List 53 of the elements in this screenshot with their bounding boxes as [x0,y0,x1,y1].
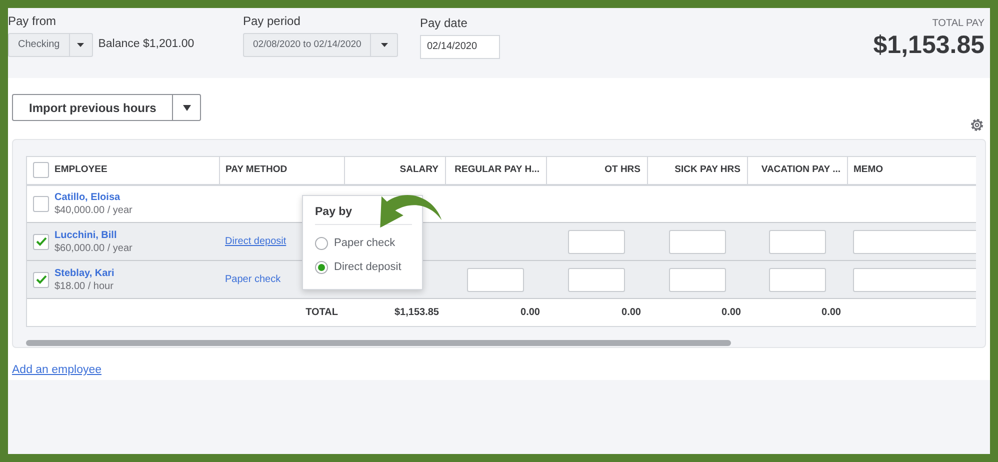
column-header: REGULAR PAY H... [454,164,540,176]
hours-field[interactable] [668,230,726,254]
total-value: $1,153.85 [394,307,439,318]
total-label: TOTAL [306,307,338,318]
caret-icon [380,42,388,47]
account-dropdown[interactable]: Checking [8,32,93,57]
column-header: EMPLOYEE [54,163,108,178]
caret-icon [182,104,191,110]
hours-field[interactable] [668,268,726,292]
hours-field[interactable] [768,230,826,254]
memo-field[interactable] [853,230,976,254]
total-pay-amount: $1,153.85 [873,32,984,59]
pay-date-field[interactable]: 02/14/2020 [420,34,500,59]
hours-field[interactable] [768,268,826,292]
column-header: SALARY [400,164,438,176]
employee-name-link[interactable]: Catillo, Eloisa [54,192,120,203]
column-header: OT HRS [604,164,640,176]
employee-name-link[interactable]: Lucchini, Bill [54,230,117,240]
add-employee-link[interactable]: Add an employee [12,362,102,380]
hours-field[interactable] [568,268,625,292]
pay-method-radio[interactable]: Paper check [315,231,396,256]
pay-from-label: Pay from [8,13,58,30]
pay-rate-text: $18.00 / hour [54,280,114,292]
pay-date-label: Pay date [420,15,468,32]
row-checkbox[interactable] [33,234,49,250]
total-value: 0.00 [722,307,741,318]
pay-period-label: Pay period [243,13,302,30]
scrollbar[interactable] [26,340,731,346]
hours-field[interactable] [467,268,524,292]
balance-text: Balance $1,201.00 [98,37,194,52]
total-pay-label: TOTAL PAY [932,17,984,31]
pay-method-link[interactable]: Paper check [225,274,281,285]
pay-method-radio[interactable]: Direct deposit [315,255,402,280]
column-header: PAY METHOD [226,164,288,176]
row-checkbox[interactable] [33,272,49,288]
pay-method-link[interactable]: Direct deposit [225,236,286,247]
total-value: 0.00 [622,307,641,318]
employee-name-link[interactable]: Steblay, Kari [54,268,114,278]
import-hours-button[interactable]: Import previous hours [12,94,202,121]
total-value: 0.00 [520,307,540,318]
pay-period-dropdown[interactable]: 02/08/2020 to 02/14/2020 [243,32,398,57]
pay-rate-text: $40,000.00 / year [54,204,132,216]
memo-field[interactable] [853,268,976,292]
column-header: SICK PAY HRS [674,164,740,176]
hours-field[interactable] [568,230,625,254]
total-value: 0.00 [822,307,841,318]
pay-rate-text: $60,000.00 / year [54,242,132,254]
column-header: MEMO [854,164,884,176]
column-header: VACATION PAY ... [761,164,840,176]
select-all-checkbox[interactable] [33,162,49,178]
caret-icon [77,42,84,47]
settings-icon[interactable] [969,117,985,133]
row-checkbox[interactable] [33,196,49,212]
